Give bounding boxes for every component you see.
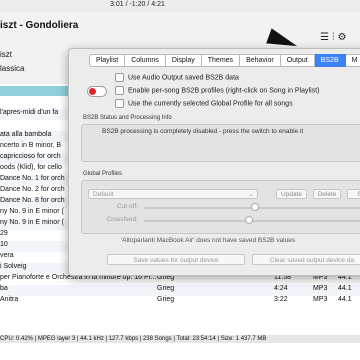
toolbar-icons: ☰⫶⚙: [320, 32, 349, 43]
global-profiles-groupbox: Default ⌄ Update Delete Sav Cut-off: Cro…: [81, 180, 360, 234]
bs2b-enable-toggle[interactable]: [87, 86, 107, 97]
global-profiles-title: Global Profiles: [83, 171, 123, 177]
tab-display[interactable]: Display: [165, 54, 202, 67]
table-row[interactable]: Anitra Grieg 3:22 MP3 44.1: [0, 296, 360, 307]
toggle-knob: [89, 88, 96, 95]
profile-select-value: Default: [93, 191, 114, 198]
player-window: 3:01 / -1:20 / 4:21 iszt - Gondoliera is…: [0, 0, 360, 360]
use-global-profile-checkbox[interactable]: Use the currently selected Global Profil…: [115, 99, 293, 108]
checkbox-box[interactable]: [115, 86, 124, 95]
checkbox-box[interactable]: [115, 73, 124, 82]
now-playing-artist: iszt: [0, 50, 12, 59]
preferences-panel: Playlist Columns Display Themes Behavior…: [68, 48, 360, 276]
time-display: 3:01 / -1:20 / 4:21: [110, 1, 165, 8]
tab-themes[interactable]: Themes: [201, 54, 241, 67]
device-note: 'Altoparlanti MacBook Air' does not have…: [121, 237, 296, 244]
use-global-profile-label: Use the currently selected Global Profil…: [128, 100, 293, 108]
now-playing-genre: lassica: [0, 64, 25, 73]
list-icon[interactable]: ☰: [320, 32, 332, 43]
now-playing-title: iszt - Gondoliera: [0, 20, 79, 31]
clear-device-data-button[interactable]: Clear saved output device da: [252, 254, 360, 265]
status-groupbox: BS2B processing is completely disabled -…: [81, 124, 360, 162]
status-group-title: BS2B Status and Processing Info: [83, 115, 172, 121]
update-button[interactable]: Update: [276, 189, 307, 199]
use-audio-output-checkbox[interactable]: Use Audio Output saved BS2B data: [115, 73, 239, 82]
cutoff-slider-thumb[interactable]: [251, 203, 260, 211]
checkbox-box[interactable]: [115, 99, 124, 108]
cutoff-label: Cut-off:: [116, 203, 138, 210]
tab-more[interactable]: M: [345, 54, 360, 67]
tab-columns[interactable]: Columns: [125, 54, 166, 67]
enable-per-song-label: Enable per-song BS2B profiles (right-cli…: [128, 87, 320, 95]
crossfeed-slider-thumb[interactable]: [244, 216, 253, 224]
status-bar: CPU: 0.42% | MPEG layer 3 | 44.1 kHz | 1…: [0, 335, 360, 343]
gear-icon[interactable]: ⚙: [337, 32, 349, 43]
tab-playlist[interactable]: Playlist: [89, 54, 126, 67]
crossfeed-label: Crossfeed:: [106, 216, 138, 223]
chevron-down-icon: ⌄: [248, 191, 254, 198]
status-message: BS2B processing is completely disabled -…: [102, 128, 304, 135]
delete-button[interactable]: Delete: [313, 189, 341, 199]
preferences-tabs: Playlist Columns Display Themes Behavior…: [89, 54, 360, 67]
tab-output[interactable]: Output: [280, 54, 315, 67]
profile-select[interactable]: Default ⌄: [88, 189, 258, 199]
table-row[interactable]: ba Grieg 4:24 MP3 44.1: [0, 285, 360, 296]
use-audio-output-label: Use Audio Output saved BS2B data: [128, 74, 239, 82]
tab-bs2b[interactable]: BS2B: [314, 54, 346, 67]
enable-per-song-checkbox[interactable]: Enable per-song BS2B profiles (right-cli…: [115, 86, 319, 95]
save-button[interactable]: Sav: [347, 189, 360, 199]
tab-behavior[interactable]: Behavior: [240, 54, 281, 67]
save-device-values-button[interactable]: Save values for output device: [107, 254, 245, 265]
